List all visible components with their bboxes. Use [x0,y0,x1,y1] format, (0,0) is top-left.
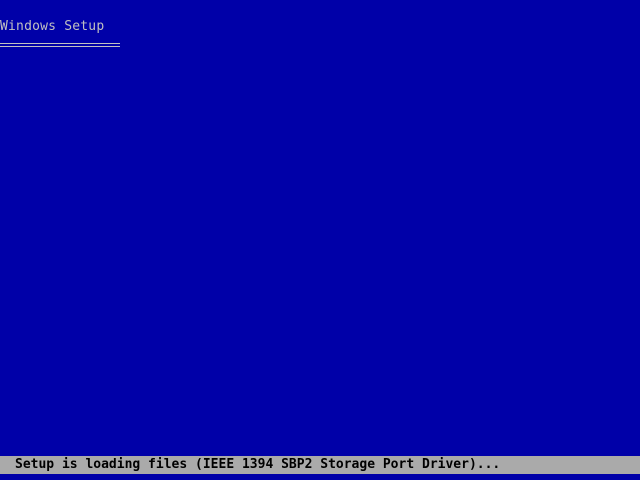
setup-title: Windows Setup [0,19,105,34]
setup-screen: Windows Setup Setup is loading files (IE… [0,0,640,480]
status-bar: Setup is loading files (IEEE 1394 SBP2 S… [0,456,640,474]
title-double-underline [0,43,120,44]
bottom-strip [0,474,640,480]
status-message: Setup is loading files (IEEE 1394 SBP2 S… [15,457,501,472]
